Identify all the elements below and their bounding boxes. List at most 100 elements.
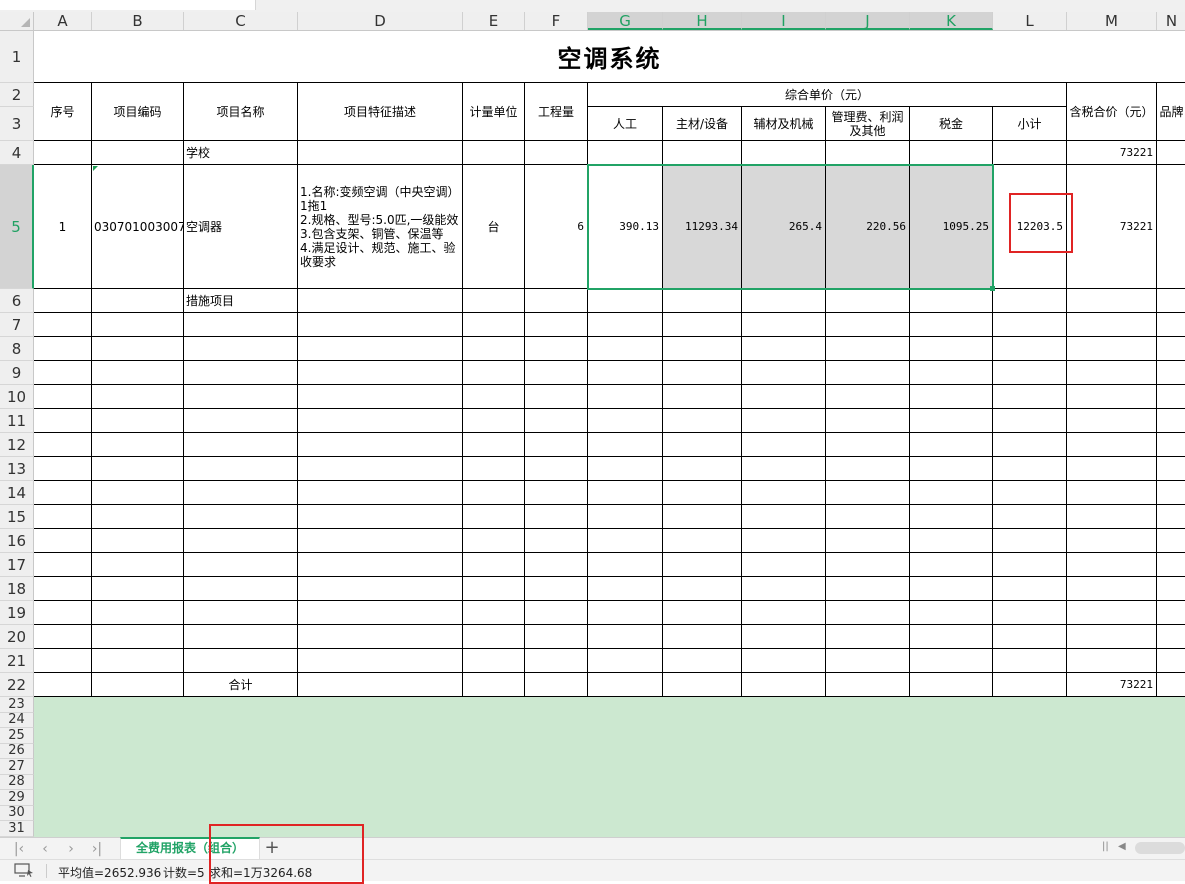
cell-c18[interactable] [184,577,298,601]
row-header-26[interactable]: 26 [0,743,34,759]
row-header-2[interactable]: 2 [0,83,34,107]
cell-j11[interactable] [826,409,910,433]
cell-g4[interactable] [588,141,663,165]
cell-f9[interactable] [525,361,588,385]
cell-i13[interactable] [742,457,826,481]
cell-l10[interactable] [993,385,1067,409]
cell-j22[interactable] [826,673,910,697]
cell-k5[interactable]: 1095.25 [910,165,993,289]
cell-k12[interactable] [910,433,993,457]
col-header-m[interactable]: M [1067,12,1157,30]
row-header-25[interactable]: 25 [0,728,34,744]
cell-k14[interactable] [910,481,993,505]
row-header-22[interactable]: 22 [0,673,34,697]
cell-k20[interactable] [910,625,993,649]
cell-i16[interactable] [742,529,826,553]
col-header-j[interactable]: J [826,12,910,30]
cell-h10[interactable] [663,385,742,409]
cell-g5[interactable]: 390.13 [588,165,663,289]
cell-l22[interactable] [993,673,1067,697]
cell-a16[interactable] [34,529,92,553]
cell-n22[interactable] [1157,673,1185,697]
cell-m20[interactable] [1067,625,1157,649]
cell-l19[interactable] [993,601,1067,625]
cell-c15[interactable] [184,505,298,529]
cell-d19[interactable] [298,601,463,625]
prev-sheet-icon[interactable]: ‹ [36,840,54,858]
cell-l11[interactable] [993,409,1067,433]
cell-g13[interactable] [588,457,663,481]
cell-k19[interactable] [910,601,993,625]
cell-k13[interactable] [910,457,993,481]
cell-h8[interactable] [663,337,742,361]
cell-i17[interactable] [742,553,826,577]
cell-f11[interactable] [525,409,588,433]
cell-h17[interactable] [663,553,742,577]
cell-e14[interactable] [463,481,525,505]
status-sum[interactable]: 求和=1万3264.68 [209,864,312,881]
cell-l6[interactable] [993,289,1067,313]
cell-i12[interactable] [742,433,826,457]
fill-handle[interactable] [990,286,995,291]
cell-n4[interactable] [1157,141,1185,165]
row-header-5[interactable]: 5 [0,165,34,289]
cell-h15[interactable] [663,505,742,529]
cell-e20[interactable] [463,625,525,649]
cell-b14[interactable] [92,481,184,505]
cell-k7[interactable] [910,313,993,337]
cell-b19[interactable] [92,601,184,625]
cell-b6[interactable] [92,289,184,313]
horizontal-scrollbar[interactable]: || ◀ [1100,841,1185,855]
cell-g16[interactable] [588,529,663,553]
cell-g9[interactable] [588,361,663,385]
cell-e10[interactable] [463,385,525,409]
row-header-21[interactable]: 21 [0,649,34,673]
row-header-27[interactable]: 27 [0,759,34,775]
row-header-19[interactable]: 19 [0,601,34,625]
cell-h12[interactable] [663,433,742,457]
cell-l9[interactable] [993,361,1067,385]
header-seq[interactable]: 序号 [34,83,92,141]
cell-m16[interactable] [1067,529,1157,553]
cell-b20[interactable] [92,625,184,649]
cell-h20[interactable] [663,625,742,649]
cell-j16[interactable] [826,529,910,553]
cell-m11[interactable] [1067,409,1157,433]
cell-b22[interactable] [92,673,184,697]
cell-n8[interactable] [1157,337,1185,361]
cell-e13[interactable] [463,457,525,481]
cell-j17[interactable] [826,553,910,577]
cell-e7[interactable] [463,313,525,337]
cell-g14[interactable] [588,481,663,505]
first-sheet-icon[interactable]: |‹ [10,840,28,858]
col-header-n[interactable]: N [1157,12,1185,30]
cell-e8[interactable] [463,337,525,361]
col-header-l[interactable]: L [993,12,1067,30]
cell-d14[interactable] [298,481,463,505]
cell-b13[interactable] [92,457,184,481]
row-header-18[interactable]: 18 [0,577,34,601]
cell-c6[interactable]: 措施项目 [184,289,298,313]
row-header-14[interactable]: 14 [0,481,34,505]
cell-n13[interactable] [1157,457,1185,481]
row-header-12[interactable]: 12 [0,433,34,457]
cell-d5[interactable]: 1.名称:变频空调（中央空调）1拖1 2.规格、型号:5.0匹,一级能效 3.包… [298,165,463,289]
cell-j21[interactable] [826,649,910,673]
cell-e21[interactable] [463,649,525,673]
cell-i11[interactable] [742,409,826,433]
header-mgmt[interactable]: 管理费、利润及其他 [826,107,910,141]
cell-k21[interactable] [910,649,993,673]
cell-g12[interactable] [588,433,663,457]
col-header-d[interactable]: D [298,12,463,30]
cell-d20[interactable] [298,625,463,649]
cell-g10[interactable] [588,385,663,409]
header-unit[interactable]: 计量单位 [463,83,525,141]
cell-f21[interactable] [525,649,588,673]
cell-m14[interactable] [1067,481,1157,505]
cell-d11[interactable] [298,409,463,433]
row-header-8[interactable]: 8 [0,337,34,361]
cell-d9[interactable] [298,361,463,385]
cell-n12[interactable] [1157,433,1185,457]
cell-i18[interactable] [742,577,826,601]
cell-i5[interactable]: 265.4 [742,165,826,289]
